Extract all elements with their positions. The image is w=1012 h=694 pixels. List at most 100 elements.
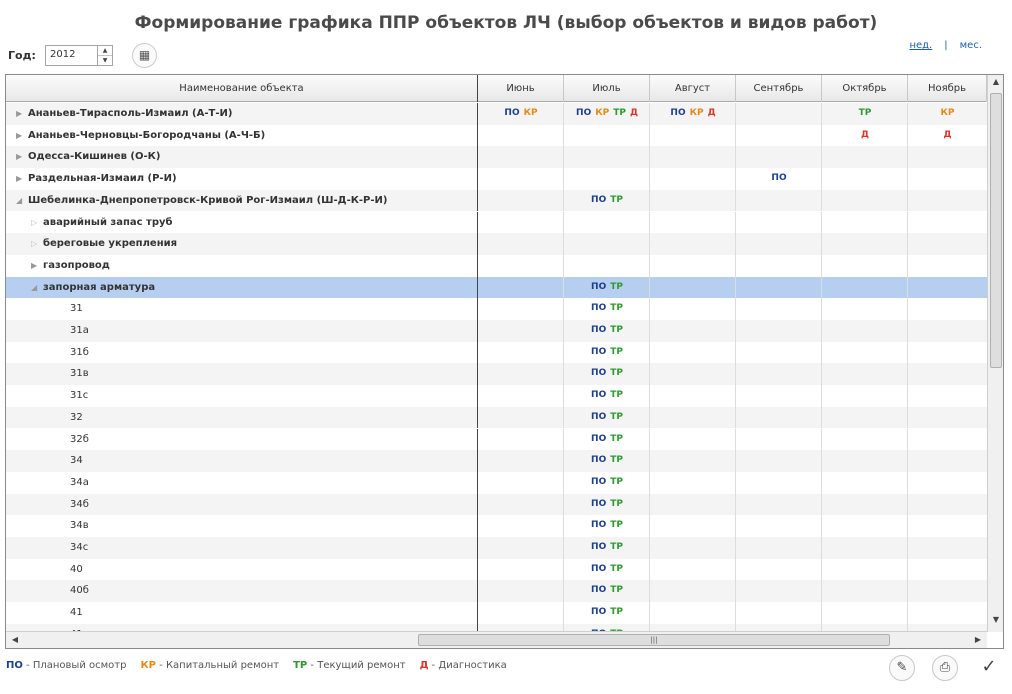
scroll-up-icon[interactable]: ▲ — [988, 77, 1003, 86]
column-header[interactable]: Наименование объекта — [6, 75, 478, 102]
month-cell[interactable] — [908, 212, 987, 234]
table-row[interactable]: ▶ Ананьев-Тирасполь-Измаил (А-Т-И) ПО КР ПО К… — [6, 103, 987, 125]
month-cell[interactable]: ПОТР — [564, 320, 650, 342]
month-cell[interactable] — [908, 190, 987, 212]
object-name[interactable]: 40 — [70, 559, 83, 581]
month-cell[interactable] — [736, 450, 822, 472]
month-cell[interactable] — [478, 168, 564, 190]
month-cell[interactable] — [908, 233, 987, 255]
expand-arrow-icon[interactable]: ▶ — [16, 168, 22, 190]
month-cell[interactable] — [650, 233, 736, 255]
table-row[interactable]: 34с ПО ТР — [6, 537, 987, 559]
month-cell[interactable] — [736, 212, 822, 234]
calendar-button[interactable]: ▦ — [132, 43, 157, 68]
month-cell[interactable] — [736, 255, 822, 277]
month-cell[interactable]: Д — [908, 125, 987, 147]
horizontal-scroll-thumb[interactable]: ||| — [418, 634, 890, 646]
month-cell[interactable] — [822, 255, 908, 277]
spin-down-icon[interactable]: ▼ — [98, 56, 112, 66]
month-cell[interactable] — [564, 212, 650, 234]
month-cell[interactable] — [736, 472, 822, 494]
month-cell[interactable] — [650, 255, 736, 277]
month-cell[interactable]: ПОТР — [564, 342, 650, 364]
month-cell[interactable]: ПОТР — [564, 450, 650, 472]
table-row[interactable]: ▶ Одесса-Кишинев (О-К) — [6, 146, 987, 169]
month-cell[interactable] — [908, 429, 987, 451]
month-cell[interactable] — [650, 602, 736, 624]
expand-arrow-icon[interactable]: ▶ — [31, 255, 37, 277]
expand-arrow-icon[interactable]: ▶ — [16, 103, 22, 125]
month-cell[interactable] — [822, 385, 908, 407]
table-row[interactable]: ◢ запорная арматура ПО ТР — [6, 276, 987, 299]
table-row[interactable]: 31а ПО ТР — [6, 320, 987, 342]
spin-up-icon[interactable]: ▲ — [98, 46, 112, 56]
object-name[interactable]: аварийный запас труб — [43, 212, 173, 234]
table-row[interactable]: 34 ПО ТР — [6, 450, 987, 472]
month-cell[interactable]: ПО КР — [478, 103, 564, 125]
month-cell[interactable] — [736, 146, 822, 168]
month-cell[interactable] — [564, 233, 650, 255]
month-cell[interactable] — [908, 277, 987, 299]
month-cell[interactable] — [478, 515, 564, 537]
month-cell[interactable] — [478, 320, 564, 342]
table-row[interactable]: ▶ газопровод — [6, 254, 987, 277]
month-cell[interactable]: ПОТР — [564, 580, 650, 602]
table-row[interactable]: ▷ аварийный запас труб — [6, 211, 987, 234]
month-cell[interactable]: ПОТР — [564, 472, 650, 494]
object-name[interactable]: Раздельная-Измаил (Р-И) — [28, 168, 177, 190]
month-cell[interactable]: ТР — [822, 103, 908, 125]
object-name[interactable]: Ананьев-Тирасполь-Измаил (А-Т-И) — [28, 103, 232, 125]
year-spin-buttons[interactable]: ▲ ▼ — [97, 46, 112, 65]
month-cell[interactable] — [650, 580, 736, 602]
month-cell[interactable] — [478, 125, 564, 147]
month-cell[interactable]: ПО — [736, 168, 822, 190]
object-name[interactable]: 31с — [70, 385, 88, 407]
object-name[interactable]: 32 — [70, 407, 83, 429]
table-row[interactable]: ▷ береговые укрепления — [6, 233, 987, 255]
collapse-arrow-icon[interactable]: ◢ — [31, 277, 37, 299]
month-cell[interactable] — [650, 298, 736, 320]
object-name[interactable]: 31 — [70, 298, 83, 320]
month-cell[interactable] — [736, 602, 822, 624]
horizontal-scrollbar[interactable]: ◀ ||| ▶ — [6, 631, 987, 648]
month-cell[interactable] — [822, 277, 908, 299]
month-cell[interactable] — [822, 212, 908, 234]
month-cell[interactable] — [478, 580, 564, 602]
month-cell[interactable] — [736, 363, 822, 385]
month-cell[interactable] — [564, 255, 650, 277]
table-row[interactable]: 40 ПО ТР — [6, 558, 987, 581]
month-cell[interactable]: ПОТР — [564, 385, 650, 407]
edit-button[interactable]: ✎ — [889, 655, 915, 681]
month-cell[interactable] — [478, 255, 564, 277]
month-cell[interactable] — [478, 298, 564, 320]
collapse-arrow-icon[interactable]: ◢ — [16, 190, 22, 212]
month-cell[interactable] — [478, 277, 564, 299]
month-cell[interactable] — [650, 515, 736, 537]
month-cell[interactable] — [478, 342, 564, 364]
month-cell[interactable] — [822, 429, 908, 451]
table-row[interactable]: 34в ПО ТР — [6, 515, 987, 537]
month-cell[interactable] — [736, 125, 822, 147]
column-header[interactable]: Ноябрь — [908, 75, 987, 102]
month-cell[interactable]: КР — [908, 103, 987, 125]
table-row[interactable]: 34а ПО ТР — [6, 471, 987, 494]
month-cell[interactable] — [908, 342, 987, 364]
month-cell[interactable] — [650, 146, 736, 168]
month-cell[interactable]: ПОТР — [564, 429, 650, 451]
month-cell[interactable] — [650, 494, 736, 516]
month-cell[interactable] — [908, 407, 987, 429]
month-cell[interactable] — [736, 298, 822, 320]
year-spinner[interactable]: 2012 ▲ ▼ — [45, 45, 113, 66]
scroll-down-icon[interactable]: ▼ — [988, 615, 1003, 624]
month-cell[interactable] — [736, 580, 822, 602]
month-cell[interactable] — [822, 320, 908, 342]
month-cell[interactable]: ПОТР — [564, 559, 650, 581]
month-cell[interactable] — [736, 277, 822, 299]
month-cell[interactable] — [478, 450, 564, 472]
expand-arrow-icon[interactable]: ▷ — [31, 233, 37, 255]
table-row[interactable]: 32 ПО ТР — [6, 406, 987, 429]
object-name[interactable]: газопровод — [43, 255, 110, 277]
object-name[interactable]: запорная арматура — [43, 277, 155, 299]
object-name[interactable]: 32б — [70, 429, 89, 451]
month-cell[interactable] — [650, 407, 736, 429]
